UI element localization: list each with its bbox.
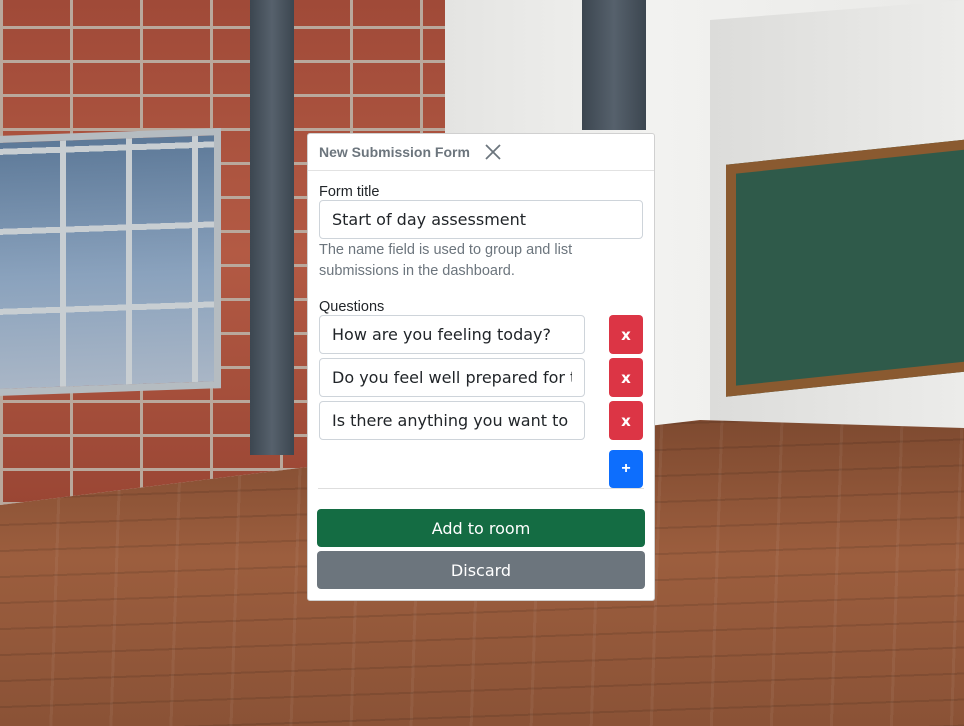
add-to-room-button[interactable]: Add to room <box>317 509 645 547</box>
form-title-help-text: The name field is used to group and list… <box>319 242 573 279</box>
modal-header: New Submission Form <box>308 134 654 171</box>
questions-label: Questions <box>319 299 385 315</box>
add-question-button[interactable]: + <box>609 450 643 488</box>
pillar-right <box>582 0 646 130</box>
question-row: x <box>319 401 643 440</box>
chalkboard <box>726 135 964 397</box>
discard-button[interactable]: Discard <box>317 551 645 589</box>
close-icon[interactable] <box>484 143 502 161</box>
remove-question-button-1[interactable]: x <box>609 315 643 354</box>
question-input-1[interactable] <box>319 315 585 354</box>
question-input-2[interactable] <box>319 358 585 397</box>
form-title-label: Form title <box>319 184 380 200</box>
window <box>0 128 221 396</box>
question-input-3[interactable] <box>319 401 585 440</box>
form-title-input[interactable] <box>319 200 643 239</box>
modal-body: Form title The name field is used to gro… <box>308 184 654 589</box>
pillar-left <box>250 0 294 455</box>
remove-question-button-2[interactable]: x <box>609 358 643 397</box>
divider <box>318 488 644 489</box>
question-row: x <box>319 358 643 397</box>
modal-title: New Submission Form <box>319 144 470 160</box>
question-row: x <box>319 315 643 354</box>
add-question-row: + <box>319 450 643 488</box>
remove-question-button-3[interactable]: x <box>609 401 643 440</box>
submission-form-modal: New Submission Form Form title The name … <box>307 133 655 601</box>
